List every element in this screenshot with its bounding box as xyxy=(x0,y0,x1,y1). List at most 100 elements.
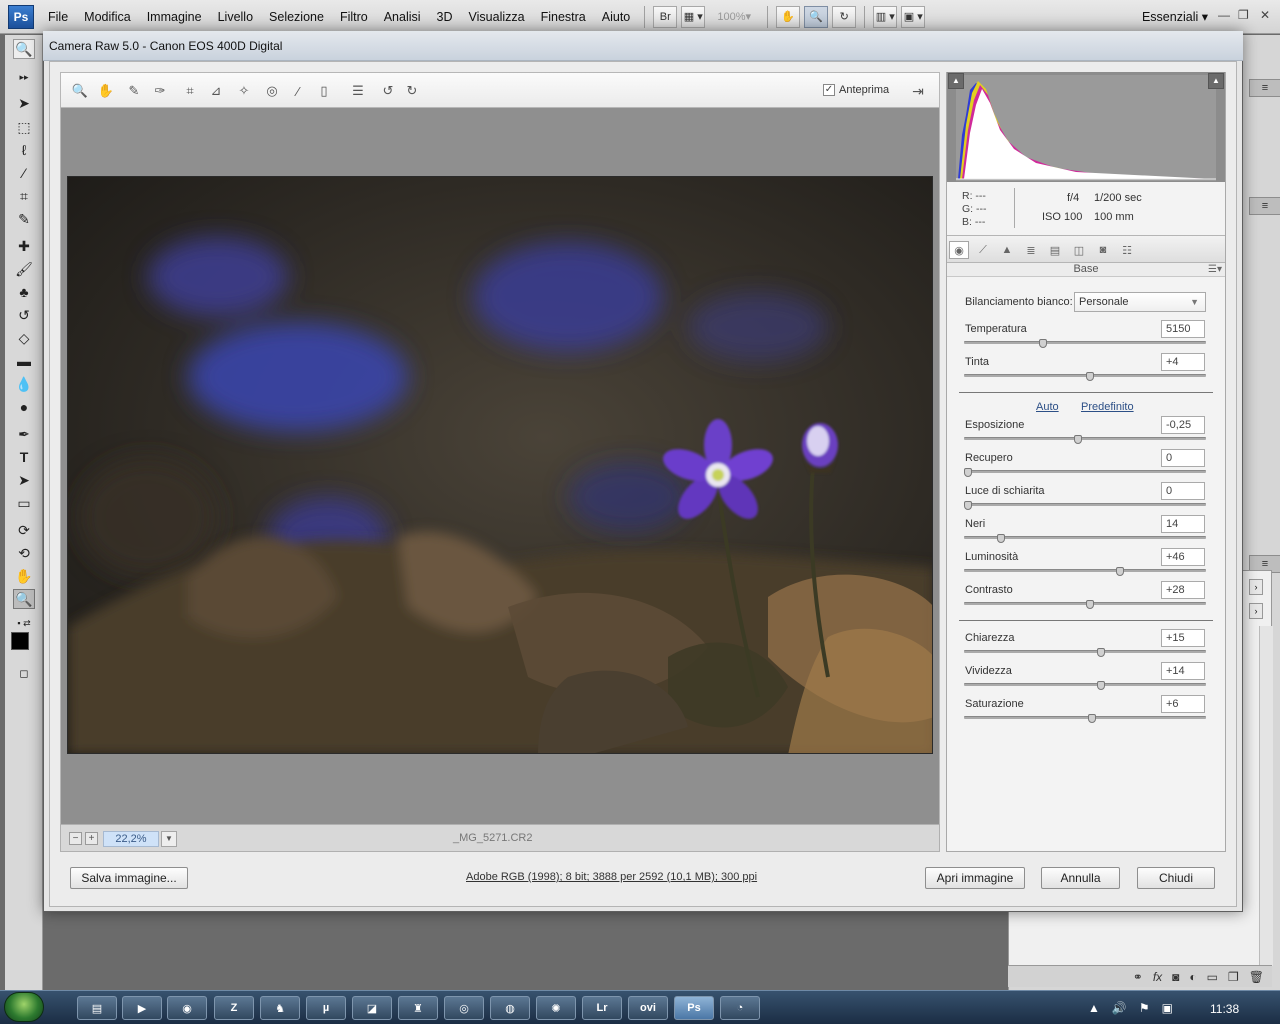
marquee-tool-icon[interactable]: ⬚ xyxy=(13,117,35,137)
panel-menu-icon[interactable]: ≡ xyxy=(1249,79,1280,97)
foreground-color-swatch[interactable] xyxy=(11,632,29,650)
slider-thumb[interactable] xyxy=(964,501,972,510)
app-icon[interactable]: ◔ xyxy=(720,996,760,1020)
clone-stamp-icon[interactable]: ♣ xyxy=(13,282,35,302)
panel-menu-icon[interactable]: ☰▾ xyxy=(1208,264,1222,275)
zoom-tool-icon[interactable]: 🔍 xyxy=(13,589,35,609)
white-balance-tool-icon[interactable]: ✎ xyxy=(125,83,143,99)
close-icon[interactable]: ✕ xyxy=(1260,8,1270,22)
workspace-switcher[interactable]: Essenziali ▾ xyxy=(1142,9,1208,24)
workflow-options-link[interactable]: Adobe RGB (1998); 8 bit; 3888 per 2592 (… xyxy=(466,871,757,883)
menu-aiuto[interactable]: Aiuto xyxy=(594,10,639,24)
slider-thumb[interactable] xyxy=(1085,600,1094,609)
zoom-tool-option-icon[interactable]: 🔍 xyxy=(13,39,35,59)
move-tool-icon[interactable]: ➤ xyxy=(13,93,35,113)
default-link[interactable]: Predefinito xyxy=(1081,401,1134,413)
panel-menu-icon[interactable]: ≡ xyxy=(1249,197,1280,215)
tab-tone-curve-icon[interactable]: ⟋ xyxy=(973,241,993,259)
slider-thumb[interactable] xyxy=(996,534,1005,543)
bridge-button[interactable]: Br xyxy=(653,5,678,28)
highlight-clipping-toggle[interactable]: ▲ xyxy=(1208,73,1224,89)
vibrance-field[interactable]: +14 xyxy=(1161,662,1205,680)
lasso-tool-icon[interactable]: ℓ xyxy=(13,140,35,160)
tab-detail-icon[interactable]: ▲ xyxy=(997,241,1017,259)
zoom-tool-icon[interactable]: 🔍 xyxy=(71,83,89,99)
crop-tool-icon[interactable]: ⌗ xyxy=(181,83,199,99)
gradient-tool-icon[interactable]: ▬ xyxy=(13,351,35,371)
menu-visualizza[interactable]: Visualizza xyxy=(461,10,533,24)
tab-lens-icon[interactable]: ◫ xyxy=(1069,241,1089,259)
hand-tool-icon[interactable]: ✋ xyxy=(13,566,35,586)
dialog-titlebar[interactable]: Camera Raw 5.0 - Canon EOS 400D Digital xyxy=(43,31,1243,61)
adjustment-brush-icon[interactable]: ⁄ xyxy=(289,83,307,99)
app-icon[interactable]: ◎ xyxy=(444,996,484,1020)
shape-tool-icon[interactable]: ▭ xyxy=(13,493,35,513)
zip-icon[interactable]: Z xyxy=(214,996,254,1020)
eyedropper-icon[interactable]: ✎ xyxy=(13,209,35,229)
clarity-slider[interactable] xyxy=(964,650,1206,653)
exposure-field[interactable]: -0,25 xyxy=(1161,416,1205,434)
healing-brush-icon[interactable]: ✚ xyxy=(13,236,35,256)
clarity-field[interactable]: +15 xyxy=(1161,629,1205,647)
slider-thumb[interactable] xyxy=(1073,435,1082,444)
color-sampler-icon[interactable]: ✑ xyxy=(151,83,169,99)
3d-orbit-icon[interactable]: ⟲ xyxy=(13,543,35,563)
view-extras-button[interactable]: ▦ ▾ xyxy=(681,5,706,28)
game-icon[interactable]: ♜ xyxy=(398,996,438,1020)
tab-presets-icon[interactable]: ☷ xyxy=(1117,241,1137,259)
3d-rotate-icon[interactable]: ⟳ xyxy=(13,520,35,540)
chevron-down-icon[interactable]: ▼ xyxy=(161,831,177,847)
auto-link[interactable]: Auto xyxy=(1036,401,1059,413)
fill-light-field[interactable]: 0 xyxy=(1161,482,1205,500)
menu-finestra[interactable]: Finestra xyxy=(533,10,594,24)
pen-tool-icon[interactable]: ✒ xyxy=(13,424,35,444)
tint-field[interactable]: +4 xyxy=(1161,353,1205,371)
white-balance-select[interactable]: Personale ▼ xyxy=(1074,292,1206,312)
torrent-icon[interactable]: µ xyxy=(306,996,346,1020)
saturation-slider[interactable] xyxy=(964,716,1206,719)
chevron-right-icon[interactable]: › xyxy=(1249,579,1263,595)
history-brush-icon[interactable]: ↺ xyxy=(13,305,35,325)
volume-icon[interactable]: 🔊 xyxy=(1112,1001,1127,1015)
shadow-clipping-toggle[interactable]: ▲ xyxy=(948,73,964,89)
contrast-field[interactable]: +28 xyxy=(1161,581,1205,599)
explorer-icon[interactable]: ▤ xyxy=(77,996,117,1020)
zoom-out-button[interactable]: − xyxy=(69,832,82,845)
slider-thumb[interactable] xyxy=(1038,339,1047,348)
lightroom-icon[interactable]: Lr xyxy=(582,996,622,1020)
rotate-right-icon[interactable]: ↻ xyxy=(403,83,421,99)
brush-tool-icon[interactable]: 🖌 xyxy=(13,259,35,279)
save-image-button[interactable]: Salva immagine... xyxy=(70,867,188,889)
start-button[interactable] xyxy=(4,992,44,1022)
open-image-button[interactable]: Apri immagine xyxy=(925,867,1025,889)
cancel-button[interactable]: Annulla xyxy=(1041,867,1120,889)
slider-thumb[interactable] xyxy=(964,468,972,477)
chevron-right-icon[interactable]: › xyxy=(1249,603,1263,619)
menu-filtro[interactable]: Filtro xyxy=(332,10,376,24)
preview-checkbox[interactable]: ✓ Anteprima xyxy=(823,84,889,96)
graduated-filter-icon[interactable]: ▯ xyxy=(315,83,333,99)
recovery-slider[interactable] xyxy=(964,470,1206,473)
mask-icon[interactable]: ◙ xyxy=(1172,970,1179,984)
temperature-slider[interactable] xyxy=(964,341,1206,344)
photo-preview[interactable] xyxy=(67,176,933,754)
temperature-field[interactable]: 5150 xyxy=(1161,320,1205,338)
blacks-field[interactable]: 14 xyxy=(1161,515,1205,533)
type-tool-icon[interactable]: T xyxy=(13,447,35,467)
close-button[interactable]: Chiudi xyxy=(1137,867,1215,889)
straighten-tool-icon[interactable]: ⊿ xyxy=(207,83,225,99)
rotate-view-icon[interactable]: ↻ xyxy=(832,5,857,28)
slider-thumb[interactable] xyxy=(1116,567,1125,576)
menu-modifica[interactable]: Modifica xyxy=(76,10,139,24)
clock[interactable]: 11:38 xyxy=(1210,1002,1239,1016)
link-layers-icon[interactable]: ⚭ xyxy=(1133,970,1143,984)
flag-icon[interactable]: ⚑ xyxy=(1139,1001,1150,1015)
magic-wand-icon[interactable]: ⁄ xyxy=(13,163,35,183)
tab-basic-icon[interactable]: ◉ xyxy=(949,241,969,259)
menu-immagine[interactable]: Immagine xyxy=(139,10,210,24)
red-eye-icon[interactable]: ◎ xyxy=(263,83,281,99)
folder-icon[interactable]: ▭ xyxy=(1207,970,1218,984)
adjustment-icon[interactable]: ◐ xyxy=(1189,970,1196,984)
preferences-icon[interactable]: ☰ xyxy=(349,83,367,99)
slider-thumb[interactable] xyxy=(1085,372,1094,381)
